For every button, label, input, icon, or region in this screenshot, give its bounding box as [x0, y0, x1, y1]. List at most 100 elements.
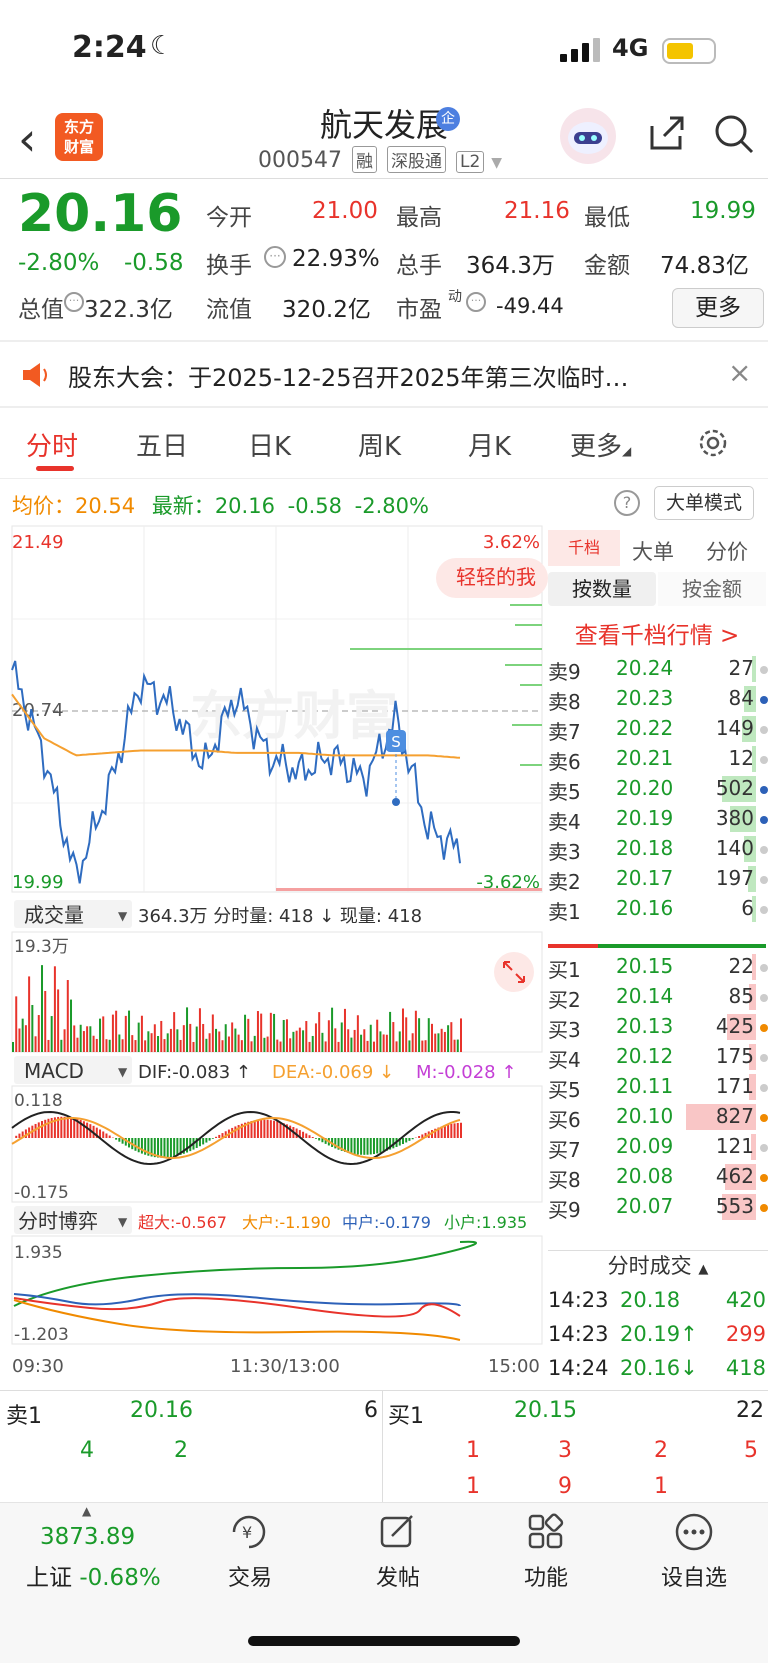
bid-row[interactable]: 买6 20.10 827	[548, 1102, 768, 1132]
tab-month-k[interactable]: 月K	[468, 426, 511, 463]
volume-bar	[395, 1041, 398, 1052]
assistant-avatar[interactable]	[560, 108, 616, 164]
volume-bar	[292, 1031, 295, 1052]
expand-icon[interactable]	[494, 952, 534, 992]
macd-bar	[137, 1138, 140, 1153]
nav-add-watchlist[interactable]: 设自选	[634, 1560, 754, 1592]
bid-row[interactable]: 买3 20.13 425	[548, 1012, 768, 1042]
tab-day-k[interactable]: 日K	[248, 426, 291, 463]
index-row[interactable]: 上证 -0.68%	[26, 1558, 161, 1592]
tab-week-k[interactable]: 周K	[358, 426, 401, 463]
macd-bar	[157, 1138, 160, 1158]
bid-label: 买6	[548, 1108, 581, 1132]
book-divider	[548, 944, 766, 948]
level1-book-bar	[0, 1390, 768, 1502]
volume-bar	[179, 1039, 182, 1052]
view-qiandang-link[interactable]: 查看千档行情 >	[548, 616, 766, 650]
macd-bar	[305, 1133, 308, 1138]
bid-row[interactable]: 买9 20.07 553	[548, 1192, 768, 1222]
volume-bar	[198, 1008, 201, 1052]
ask-row[interactable]: 卖6 20.21 12	[548, 744, 768, 774]
macd-bar	[263, 1119, 266, 1138]
volume-bar	[363, 1029, 366, 1052]
bid-volume: 85	[728, 984, 754, 1008]
search-icon[interactable]	[712, 112, 756, 156]
tab-big-orders[interactable]: 大单	[632, 536, 674, 566]
more-dots-icon[interactable]	[674, 1512, 714, 1552]
ask-row[interactable]: 卖2 20.17 197	[548, 864, 768, 894]
amount-label: 金额	[584, 253, 630, 279]
volume-bar	[34, 1036, 37, 1052]
bid-row[interactable]: 买5 20.11 171	[548, 1072, 768, 1102]
gear-icon[interactable]	[696, 426, 730, 460]
bid-row[interactable]: 买4 20.12 175	[548, 1042, 768, 1072]
index-value[interactable]: 3873.89	[40, 1524, 135, 1550]
ask-price: 20.18	[616, 836, 674, 860]
subtab-by-amount[interactable]: 按金额	[658, 572, 766, 606]
svg-text:▼: ▼	[118, 1215, 128, 1229]
time-mid: 11:30/13:00	[230, 1356, 340, 1377]
ask-row[interactable]: 卖9 20.24 27	[548, 654, 768, 684]
ask-row[interactable]: 卖8 20.23 84	[548, 684, 768, 714]
home-indicator	[248, 1636, 520, 1646]
close-icon[interactable]: ×	[728, 356, 751, 389]
macd-bar	[63, 1116, 66, 1138]
trade-icon[interactable]: ¥	[228, 1512, 270, 1552]
volume-bar	[134, 1040, 137, 1052]
share-icon[interactable]	[646, 112, 688, 154]
ask-row[interactable]: 卖4 20.19 380	[548, 804, 768, 834]
stock-code-row[interactable]: 000547 融 深股通 L2 ▼	[258, 146, 502, 173]
bid-row[interactable]: 买1 20.15 22	[548, 952, 768, 982]
volume-bar	[124, 1015, 127, 1052]
volume-bar	[382, 1034, 385, 1052]
macd-bar	[276, 1121, 279, 1138]
buy-order: 1	[466, 1474, 480, 1499]
tab-qiandang[interactable]: 千档	[548, 530, 620, 566]
volume-bar	[372, 1041, 375, 1052]
volume-bar	[437, 1033, 440, 1052]
subtab-by-quantity[interactable]: 按数量	[548, 572, 656, 606]
notice-text[interactable]: 股东大会：于2025-12-25召开2025年第三次临时…	[68, 358, 629, 393]
tab-price-split[interactable]: 分价	[706, 536, 748, 566]
volume-bar	[263, 1037, 266, 1052]
volume-bar	[12, 1042, 14, 1052]
volume-bar	[44, 990, 47, 1052]
ellipsis-icon[interactable]: ···	[466, 292, 486, 312]
tab-more[interactable]: 更多◢	[570, 426, 631, 463]
big-order-mode-button[interactable]: 大单模式	[654, 486, 754, 520]
ellipsis-icon[interactable]: ···	[64, 292, 84, 312]
moon-icon: ☾	[150, 31, 174, 61]
nav-functions[interactable]: 功能	[486, 1560, 606, 1592]
ask-row[interactable]: 卖7 20.22 149	[548, 714, 768, 744]
nav-post[interactable]: 发帖	[338, 1560, 458, 1592]
more-button[interactable]: 更多	[672, 288, 764, 328]
macd-bar	[176, 1138, 179, 1156]
edit-icon[interactable]	[378, 1512, 418, 1552]
ask-label: 卖9	[548, 660, 581, 684]
bid-row[interactable]: 买8 20.08 462	[548, 1162, 768, 1192]
volume-bar	[231, 1022, 234, 1052]
ask-row[interactable]: 卖5 20.20 502	[548, 774, 768, 804]
volume-bar	[102, 1016, 105, 1052]
bid-row[interactable]: 买7 20.09 121	[548, 1132, 768, 1162]
tab-intraday[interactable]: 分时	[26, 426, 78, 463]
grid-icon[interactable]	[526, 1512, 566, 1552]
volume-bar	[418, 1018, 421, 1052]
nav-trade[interactable]: 交易	[190, 1560, 310, 1592]
trade-volume: 299	[725, 1322, 766, 1346]
help-icon[interactable]: ?	[614, 490, 640, 516]
intraday-chart[interactable]: 东方财富 21.49 20.74 19.99 3.62% -3.62% 轻轻的我…	[0, 524, 548, 1390]
trades-title[interactable]: 分时成交 ▲	[548, 1250, 768, 1280]
trade-price: 20.19↑	[620, 1322, 698, 1346]
bid-row[interactable]: 买2 20.14 85	[548, 982, 768, 1012]
bid-volume: 827	[715, 1104, 754, 1128]
macd-bar	[369, 1138, 372, 1155]
bid-dot	[760, 994, 768, 1002]
ask-row[interactable]: 卖3 20.18 140	[548, 834, 768, 864]
tab-five-day[interactable]: 五日	[136, 426, 188, 463]
ask-row[interactable]: 卖1 20.16 6	[548, 894, 768, 924]
ellipsis-icon[interactable]: ···	[264, 246, 286, 268]
macd-bar	[86, 1122, 89, 1138]
volume-bar	[308, 1041, 311, 1052]
volume-bar	[18, 1028, 21, 1052]
